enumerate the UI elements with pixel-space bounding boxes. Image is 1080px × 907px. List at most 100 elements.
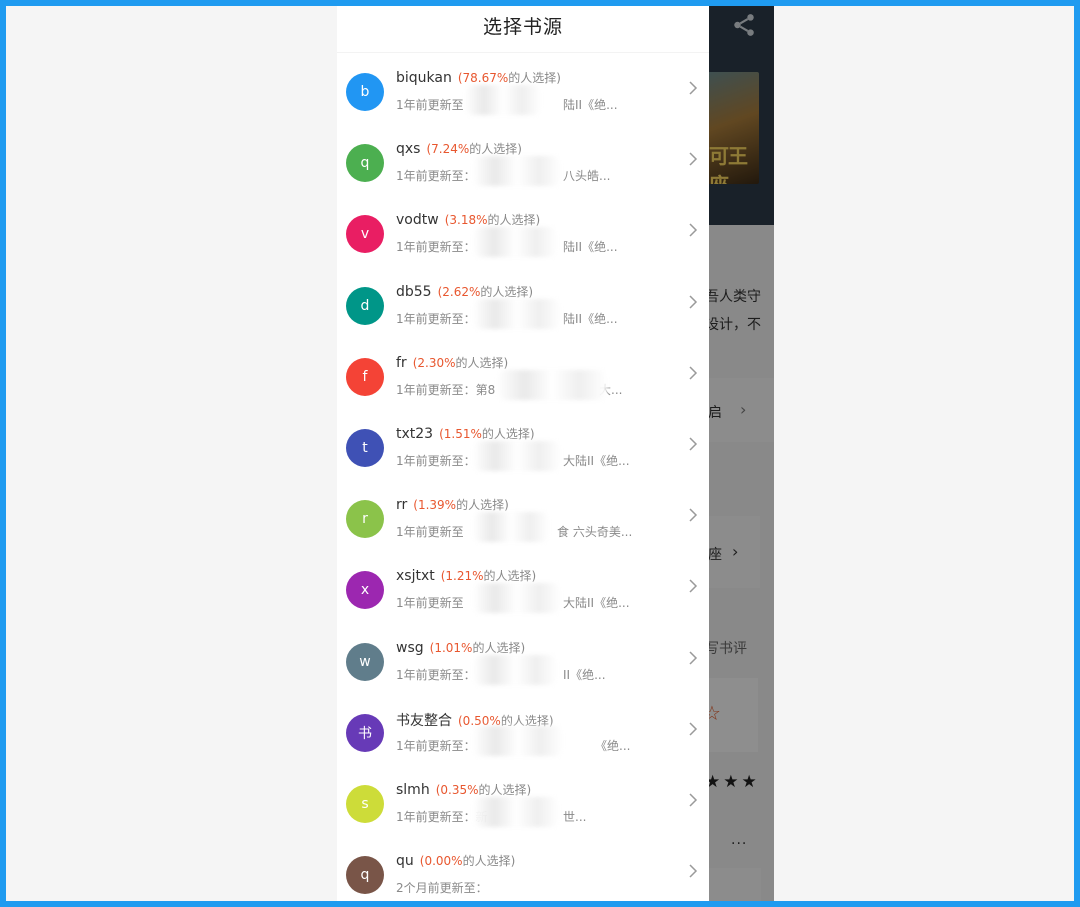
source-name-line: rr (1.39%的人选择) <box>396 496 509 513</box>
source-name-line: db55 (2.62%的人选择) <box>396 283 533 300</box>
source-percentage-suffix: 的人选择) <box>478 783 532 797</box>
update-label: 1年前更新至： <box>396 311 476 326</box>
source-percentage: (2.62% <box>437 284 481 299</box>
source-update-line: 1年前更新至：第8 <box>396 381 495 398</box>
redaction-mask <box>473 797 559 827</box>
source-percentage: (1.01% <box>429 640 473 655</box>
source-update-line: 1年前更新至： <box>396 452 476 469</box>
update-label: 1年前更新至 <box>396 525 464 540</box>
source-name: fr <box>396 354 407 371</box>
update-label: 2个月前更新至： <box>396 881 488 896</box>
source-percentage-suffix: 的人选择) <box>487 213 541 228</box>
latest-chapter-text: 世... <box>563 810 587 824</box>
source-update-line: 1年前更新至： <box>396 167 476 184</box>
redaction-mask <box>473 298 561 329</box>
phone-screen: 可王座 吾人类守 设计，不 启 › 王座 › 写书评 ☆ ★★★ ··· 选择书… <box>337 6 774 901</box>
source-item[interactable]: t txt23 (1.51%的人选择) 1年前更新至： 大陆II《绝... <box>337 409 709 480</box>
chevron-right-icon <box>689 508 698 522</box>
redaction-mask <box>473 512 549 543</box>
redaction-mask <box>465 85 541 115</box>
source-item[interactable]: w wsg (1.01%的人选择) 1年前更新至： II《绝... <box>337 623 709 694</box>
source-percentage-suffix: 的人选择) <box>462 854 516 869</box>
source-item[interactable]: 书书友整合 (0.50%的人选择) 1年前更新至： 《绝... <box>337 694 709 765</box>
update-label: 1年前更新至：第8 <box>396 382 496 397</box>
source-avatar: w <box>346 642 384 681</box>
source-update-line: 1年前更新至： <box>396 666 476 683</box>
latest-chapter-text: 《绝... <box>595 738 631 753</box>
source-name: qu <box>396 853 414 870</box>
source-item[interactable]: r rr (1.39%的人选择) 1年前更新至 食 六头奇美... <box>337 480 709 551</box>
source-item[interactable]: b biqukan (78.67%的人选择) 1年前更新至 陆II《绝... <box>337 53 709 124</box>
redaction-mask <box>473 441 561 471</box>
source-name-line: qu (0.00%的人选择) <box>396 852 515 869</box>
source-percentage-suffix: 的人选择) <box>456 498 509 513</box>
source-update-line: 1年前更新至： <box>396 238 476 255</box>
latest-chapter-text: 陆II《绝... <box>563 311 618 326</box>
source-item[interactable]: v vodtw (3.18%的人选择) 1年前更新至： 陆II《绝... <box>337 195 709 266</box>
drawer-title: 选择书源 <box>337 6 709 53</box>
source-percentage-suffix: 的人选择) <box>483 569 537 584</box>
source-percentage: (3.18% <box>444 213 488 228</box>
chevron-right-icon <box>689 722 698 736</box>
source-name-line: vodtw (3.18%的人选择) <box>396 211 540 228</box>
source-percentage: (78.67% <box>457 71 509 85</box>
redaction-mask <box>473 725 563 756</box>
source-percentage: (1.51% <box>439 427 482 441</box>
source-name: biqukan <box>396 70 452 86</box>
source-avatar: q <box>346 856 384 895</box>
redaction-mask <box>473 156 561 187</box>
source-percentage: (0.00% <box>419 854 463 869</box>
source-item[interactable]: x xsjtxt (1.21%的人选择) 1年前更新至 大陆II《绝... <box>337 551 709 622</box>
source-update-line: 1年前更新至 <box>396 594 464 611</box>
source-name: txt23 <box>396 426 434 442</box>
source-name: vodtw <box>396 212 439 229</box>
chevron-right-icon <box>689 437 698 451</box>
source-avatar: x <box>346 571 384 610</box>
source-item[interactable]: f fr (2.30%的人选择) 1年前更新至：第8 大... <box>337 338 709 409</box>
source-percentage-suffix: 的人选择) <box>481 427 535 441</box>
source-update-line: 1年前更新至： <box>396 310 476 327</box>
update-label: 1年前更新至： <box>396 240 476 255</box>
redaction-mask <box>473 654 557 685</box>
chevron-right-icon <box>689 793 698 807</box>
source-percentage-suffix: 的人选择) <box>455 355 509 370</box>
source-name-line: wsg (1.01%的人选择) <box>396 639 525 656</box>
source-drawer: 选择书源 b biqukan (78.67%的人选择) 1年前更新至 陆II《绝... q… <box>337 6 709 901</box>
source-name: 书友整合 <box>396 712 452 729</box>
redaction-mask <box>473 227 557 258</box>
source-name-line: qxs (7.24%的人选择) <box>396 140 522 157</box>
source-percentage: (0.35% <box>435 783 479 797</box>
chevron-right-icon <box>689 864 698 878</box>
source-update-line: 1年前更新至 <box>396 523 464 540</box>
source-percentage: (1.21% <box>440 569 484 584</box>
update-label: 1年前更新至 <box>396 98 464 112</box>
latest-chapter-text: 陆II《绝... <box>563 98 618 112</box>
source-update-line: 2个月前更新至： <box>396 879 488 896</box>
source-avatar: b <box>346 73 384 111</box>
redaction-mask <box>473 583 561 614</box>
source-update-line: 1年前更新至 <box>396 96 464 113</box>
chevron-right-icon <box>689 651 698 665</box>
source-name: db55 <box>396 283 432 300</box>
source-avatar: v <box>346 215 384 254</box>
source-avatar: 书 <box>346 713 384 752</box>
source-update-line: 1年前更新至： <box>396 737 476 754</box>
source-avatar: t <box>346 429 384 467</box>
source-item[interactable]: q qu (0.00%的人选择) 2个月前更新至： <box>337 836 709 901</box>
source-item[interactable]: q qxs (7.24%的人选择) 1年前更新至： 八头皓... <box>337 124 709 195</box>
source-item[interactable]: d db55 (2.62%的人选择) 1年前更新至： 陆II《绝... <box>337 267 709 338</box>
source-percentage: (7.24% <box>426 142 470 157</box>
update-label: 1年前更新至 <box>396 596 464 611</box>
source-name: slmh <box>396 782 430 798</box>
chevron-right-icon <box>689 295 698 309</box>
source-avatar: f <box>346 357 384 396</box>
chevron-right-icon <box>689 152 698 166</box>
latest-chapter-text: 八头皓... <box>563 169 611 184</box>
source-name-line: xsjtxt (1.21%的人选择) <box>396 567 536 584</box>
source-percentage-suffix: 的人选择) <box>508 71 561 85</box>
source-name-line: slmh (0.35%的人选择) <box>396 781 531 798</box>
latest-chapter-text: 陆II《绝... <box>563 240 618 255</box>
source-item[interactable]: s slmh (0.35%的人选择) 1年前更新至：新 世... <box>337 765 709 836</box>
chevron-right-icon <box>689 366 698 380</box>
latest-chapter-text: 食 六头奇美... <box>557 525 633 540</box>
